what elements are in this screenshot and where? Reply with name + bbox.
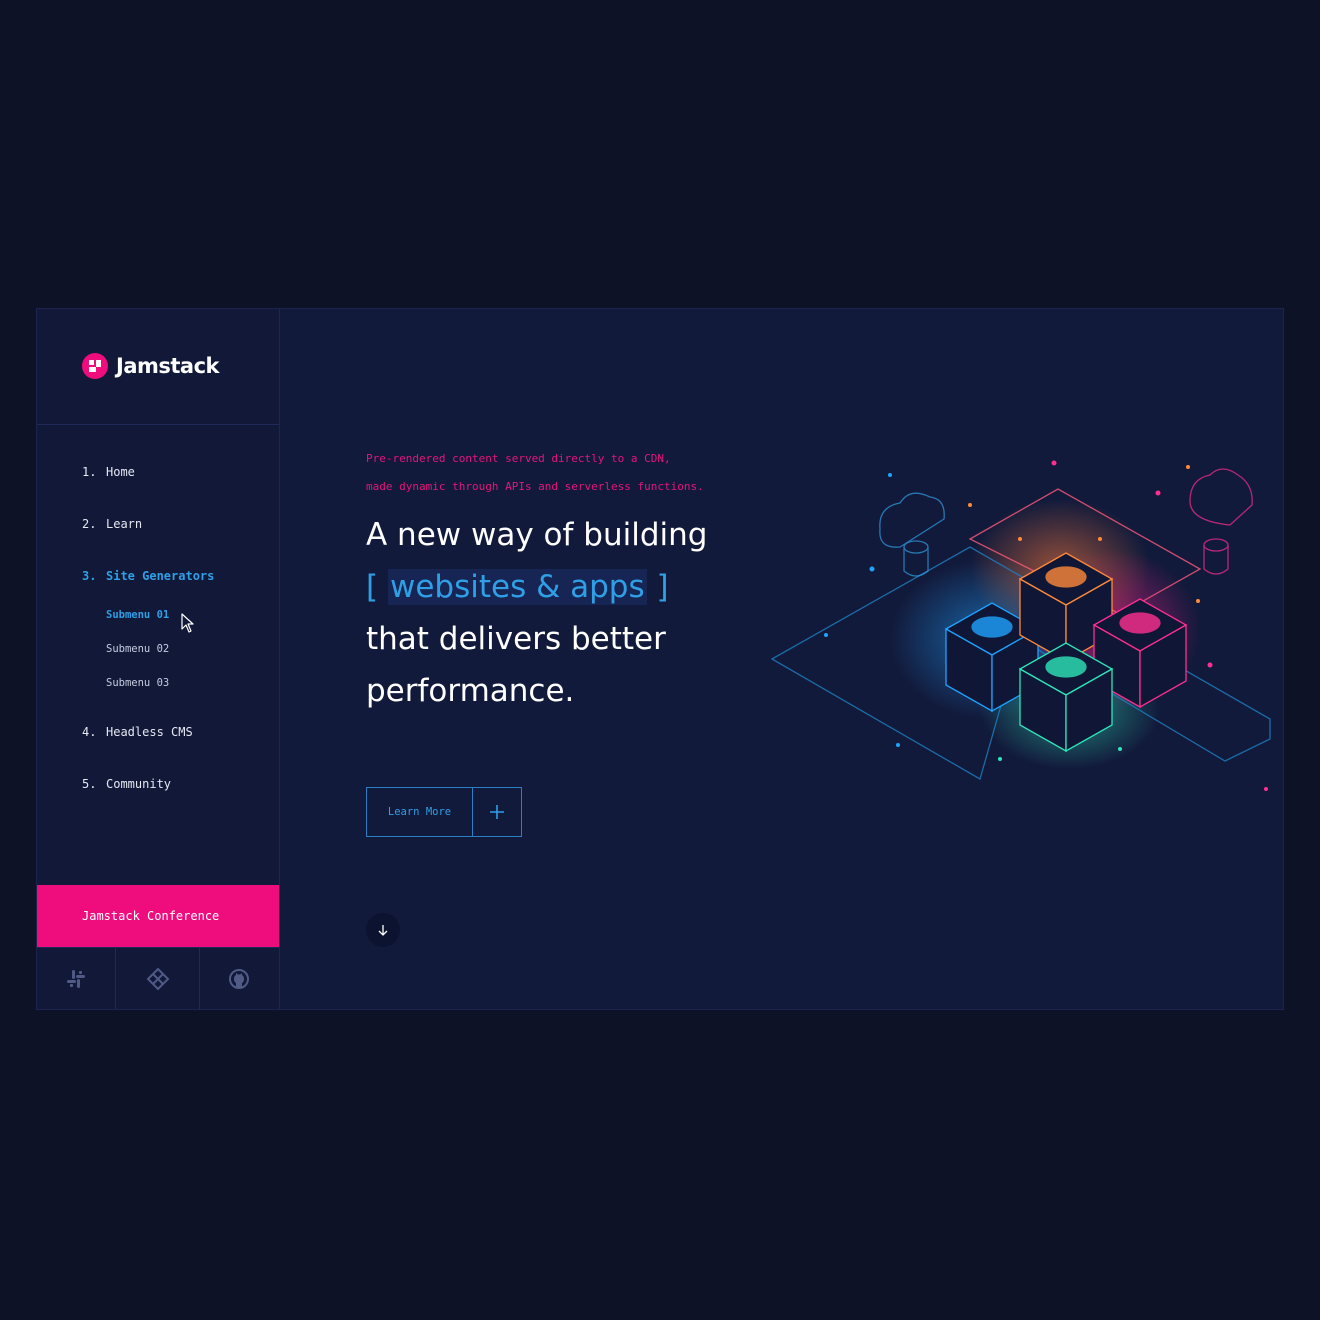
scroll-down-button[interactable] bbox=[366, 913, 400, 947]
app-frame: Jamstack 1. Home 2. Learn 3. Site Generator… bbox=[37, 309, 1283, 1009]
nav-item-site-generators[interactable]: 3. Site Generators bbox=[82, 569, 214, 583]
nav-label: Headless CMS bbox=[106, 725, 193, 739]
headline-line-3: that delivers better bbox=[366, 621, 666, 657]
isometric-servers-illustration bbox=[770, 460, 1271, 791]
learn-more-button[interactable]: Learn More bbox=[367, 788, 473, 836]
cloud-right bbox=[1189, 468, 1253, 575]
brand-logo[interactable]: Jamstack bbox=[82, 353, 220, 379]
hero-tagline: Pre-rendered content served directly to … bbox=[366, 445, 704, 501]
nav-number: 5. bbox=[82, 777, 97, 791]
netlify-link[interactable] bbox=[116, 948, 200, 1009]
conference-label: Jamstack Conference bbox=[82, 909, 220, 923]
learn-more-cta: Learn More bbox=[366, 787, 522, 837]
open-bracket: [ bbox=[366, 569, 379, 605]
nav-label: Home bbox=[106, 465, 135, 479]
nav-item-home[interactable]: 1. Home bbox=[82, 465, 135, 479]
sidebar: Jamstack 1. Home 2. Learn 3. Site Generator… bbox=[37, 309, 280, 1009]
plus-icon bbox=[490, 805, 504, 819]
nav-number: 1. bbox=[82, 465, 97, 479]
slack-link[interactable] bbox=[37, 948, 117, 1009]
github-link[interactable] bbox=[200, 948, 279, 1009]
nav-number: 3. bbox=[82, 569, 97, 583]
nav-number: 2. bbox=[82, 517, 97, 531]
submenu-item-03[interactable]: Submenu 03 bbox=[106, 677, 169, 689]
nav-item-community[interactable]: 5. Community bbox=[82, 777, 171, 791]
hero-headline: A new way of building [ websites & apps … bbox=[366, 509, 786, 717]
nav-label: Learn bbox=[106, 517, 143, 531]
headline-line-1: A new way of building bbox=[366, 517, 708, 553]
mouse-pointer-icon bbox=[181, 613, 194, 633]
headline-highlight-line: [ websites & apps ] bbox=[366, 561, 786, 613]
headline-highlight: websites & apps bbox=[387, 569, 647, 605]
nav-item-headless-cms[interactable]: 4. Headless CMS bbox=[82, 725, 193, 739]
hero-section: Pre-rendered content served directly to … bbox=[280, 309, 1283, 1009]
cloud-left bbox=[879, 492, 945, 577]
nav-item-learn[interactable]: 2. Learn bbox=[82, 517, 142, 531]
tagline-line-1: Pre-rendered content served directly to … bbox=[366, 452, 671, 465]
arrow-down-icon bbox=[378, 925, 388, 936]
jamstack-logo-icon bbox=[82, 353, 108, 379]
slack-icon bbox=[67, 970, 86, 988]
nav-label: Site Generators bbox=[106, 569, 215, 583]
headline-line-4: performance. bbox=[366, 673, 575, 709]
close-bracket: ] bbox=[656, 569, 669, 605]
submenu-item-02[interactable]: Submenu 02 bbox=[106, 643, 169, 655]
github-icon bbox=[229, 969, 250, 989]
tagline-line-2: made dynamic through APIs and serverless… bbox=[366, 480, 704, 493]
nav-label: Community bbox=[106, 777, 172, 791]
nav-number: 4. bbox=[82, 725, 97, 739]
submenu-item-01[interactable]: Submenu 01 bbox=[106, 609, 169, 621]
sidebar-divider bbox=[37, 424, 279, 425]
jamstack-conference-button[interactable]: Jamstack Conference bbox=[37, 885, 279, 947]
social-links bbox=[37, 947, 279, 1009]
expand-button[interactable] bbox=[473, 788, 521, 836]
brand-name: Jamstack bbox=[116, 354, 220, 378]
netlify-icon bbox=[146, 967, 169, 991]
